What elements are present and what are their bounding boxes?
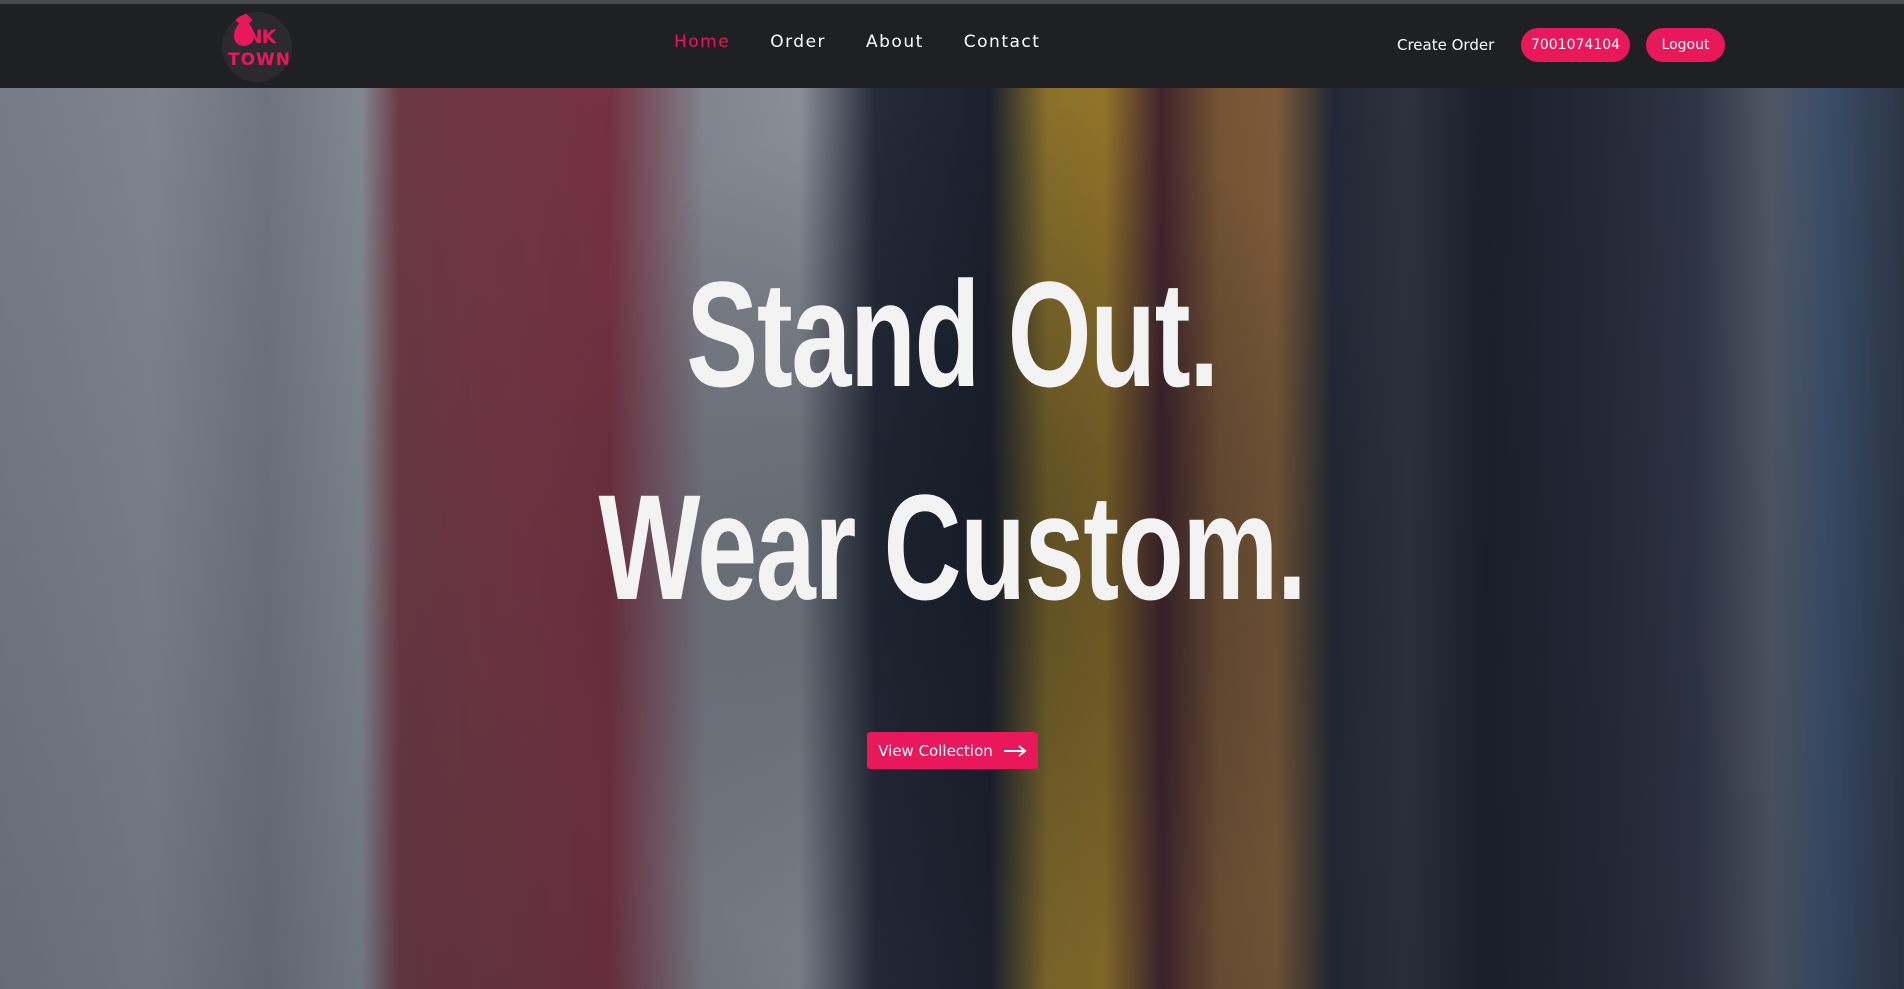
hero-section: Stand Out. Wear Custom. View Collection: [0, 88, 1904, 989]
view-collection-button[interactable]: View Collection: [867, 732, 1038, 769]
hero-headline-line1: Stand Out.: [686, 250, 1219, 418]
create-order-link[interactable]: Create Order: [1397, 36, 1494, 54]
logout-button[interactable]: Logout: [1646, 28, 1725, 62]
nav-link-order[interactable]: Order: [770, 32, 826, 52]
arrow-right-icon: [1003, 744, 1027, 757]
phone-button[interactable]: 7001074104: [1521, 28, 1630, 62]
brand-logo[interactable]: INK TOWN: [222, 12, 292, 82]
main-nav: Home Order About Contact: [674, 32, 1080, 52]
logo-text-top: INK: [240, 26, 277, 48]
view-collection-label: View Collection: [878, 741, 993, 760]
nav-link-home[interactable]: Home: [674, 32, 730, 52]
logo-text-bottom: TOWN: [228, 50, 292, 70]
navbar: INK TOWN Home Order About Contact Create…: [0, 4, 1904, 88]
nav-link-about[interactable]: About: [866, 32, 924, 52]
nav-link-contact[interactable]: Contact: [964, 32, 1041, 52]
hero-headline-line2: Wear Custom.: [598, 463, 1307, 631]
